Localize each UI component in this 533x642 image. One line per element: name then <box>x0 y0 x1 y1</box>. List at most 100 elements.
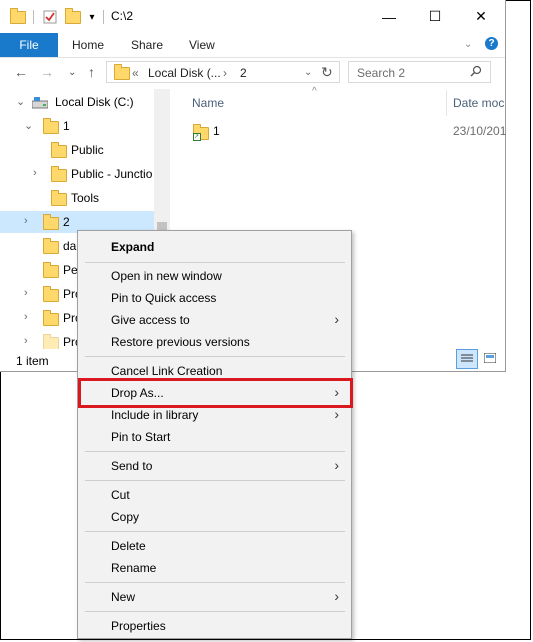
tree-item-tools[interactable]: Tools <box>0 187 154 209</box>
chevron-right-icon[interactable]: › <box>24 311 28 323</box>
menu-item-label: Open in new window <box>111 269 222 283</box>
chevron-right-icon[interactable]: › <box>24 215 28 227</box>
tree-item-public-junction[interactable]: › Public - Junctio <box>0 163 154 185</box>
tab-view[interactable]: View <box>189 38 215 52</box>
folder-icon <box>114 64 130 80</box>
junction-folder-icon: ↗ <box>193 124 209 143</box>
tree-item-folder-1[interactable]: ⌄ 1 <box>0 115 154 137</box>
recent-locations-button[interactable]: ⌄ <box>68 67 76 78</box>
menu-item-properties[interactable]: Properties <box>78 615 351 637</box>
forward-button[interactable]: → <box>40 64 54 80</box>
maximize-button[interactable]: ☐ <box>412 0 458 33</box>
chevron-right-icon[interactable]: › <box>24 287 28 299</box>
folder-icon <box>43 334 59 349</box>
menu-separator <box>85 582 345 583</box>
ribbon: File Home Share View ⌄ ? <box>0 33 505 58</box>
tree-item-label: 1 <box>63 119 70 133</box>
menu-item-label: Give access to <box>111 313 190 327</box>
tree-item-label: Local Disk (C:) <box>55 95 134 109</box>
menu-item-copy[interactable]: Copy <box>78 506 351 528</box>
chevron-right-icon: › <box>334 311 339 327</box>
tree-item-label: da <box>63 239 77 253</box>
menu-separator <box>85 451 345 452</box>
search-input[interactable]: Search 2 <box>348 61 491 83</box>
folder-icon <box>43 262 59 278</box>
menu-separator <box>85 480 345 481</box>
back-button[interactable]: ← <box>14 64 28 80</box>
menu-item-send-to[interactable]: Send to › <box>78 455 351 477</box>
search-placeholder: Search 2 <box>357 66 406 80</box>
tab-home[interactable]: Home <box>72 38 104 52</box>
menu-item-open-in-new-window[interactable]: Open in new window <box>78 265 351 287</box>
menu-item-delete[interactable]: Delete <box>78 535 351 557</box>
properties-check-icon[interactable] <box>41 8 59 26</box>
folder-icon <box>51 142 67 158</box>
help-icon[interactable]: ? <box>485 37 498 50</box>
details-view-icon[interactable] <box>456 349 478 369</box>
address-dropdown-icon[interactable]: ⌄ <box>304 67 312 78</box>
menu-item-label: Send to <box>111 459 153 473</box>
chevron-down-icon[interactable]: ⌄ <box>24 119 33 132</box>
chevron-right-icon: › <box>334 406 339 422</box>
menu-item-label: Copy <box>111 510 140 524</box>
menu-separator <box>85 611 345 612</box>
menu-item-label: New <box>111 590 136 604</box>
minimize-button[interactable]: — <box>366 0 412 33</box>
folder-icon <box>43 238 59 254</box>
file-date: 23/10/201 <box>453 124 507 138</box>
breadcrumb-separator[interactable]: › <box>223 66 227 80</box>
window-title: C:\2 <box>111 9 134 23</box>
context-menu: Expand Open in new window Pin to Quick a… <box>77 230 352 639</box>
menu-item-label: Pin to Start <box>111 430 171 444</box>
menu-item-cut[interactable]: Cut <box>78 484 351 506</box>
tab-file[interactable]: File <box>0 33 58 57</box>
drive-icon <box>31 97 49 112</box>
menu-item-restore-previous-versions[interactable]: Restore previous versions <box>78 331 351 353</box>
menu-item-pin-to-start[interactable]: Pin to Start <box>78 426 351 448</box>
menu-item-expand[interactable]: Expand <box>78 236 351 258</box>
column-header-date-modified[interactable]: Date moc <box>453 96 504 110</box>
tab-share[interactable]: Share <box>131 38 163 52</box>
navigation-bar: ← → ⌄ ↑ « Local Disk (... › 2 ⌄ ↻ Search… <box>0 58 505 88</box>
folder-icon <box>51 190 67 206</box>
expand-ribbon-icon[interactable]: ⌄ <box>464 39 472 50</box>
chevron-right-icon[interactable]: › <box>33 167 37 179</box>
search-icon <box>470 65 482 80</box>
column-header-name[interactable]: Name <box>192 96 224 110</box>
tree-item-label: Tools <box>71 191 100 205</box>
chevron-right-icon[interactable]: › <box>24 335 28 347</box>
address-bar[interactable]: « Local Disk (... › 2 ⌄ ↻ <box>106 61 340 83</box>
menu-item-rename[interactable]: Rename <box>78 557 351 579</box>
highlight-box <box>78 378 353 408</box>
refresh-icon[interactable]: ↻ <box>321 64 333 81</box>
tree-item-label: Pe <box>63 263 78 277</box>
up-button[interactable]: ↑ <box>88 64 95 80</box>
folder-icon <box>9 7 27 26</box>
new-folder-icon[interactable] <box>64 7 82 26</box>
tree-item-label: Public - Junctio <box>71 167 153 181</box>
close-button[interactable]: ✕ <box>458 0 504 33</box>
customize-toolbar-icon[interactable]: ▾ <box>86 8 98 26</box>
tree-item-local-disk[interactable]: ⌄ Local Disk (C:) <box>0 91 154 113</box>
tree-item-label: Public <box>71 143 104 157</box>
chevron-right-icon: › <box>334 457 339 473</box>
large-icons-view-icon[interactable] <box>480 349 500 367</box>
menu-item-label: Delete <box>111 539 146 553</box>
divider <box>33 10 34 24</box>
divider <box>103 10 104 24</box>
menu-item-pin-to-quick-access[interactable]: Pin to Quick access <box>78 287 351 309</box>
breadcrumb-local-disk[interactable]: Local Disk (... <box>148 66 221 80</box>
tree-item-public[interactable]: Public <box>0 139 154 161</box>
file-name: 1 <box>213 124 220 138</box>
menu-item-label: Rename <box>111 561 157 575</box>
column-divider[interactable] <box>446 90 447 116</box>
breadcrumb-2[interactable]: 2 <box>240 66 247 80</box>
chevron-right-icon: › <box>334 588 339 604</box>
address-overflow[interactable]: « <box>132 66 139 80</box>
menu-separator <box>85 531 345 532</box>
chevron-down-icon[interactable]: ⌄ <box>16 95 25 108</box>
menu-item-new[interactable]: New › <box>78 586 351 608</box>
status-item-count: 1 item <box>16 354 49 368</box>
menu-item-give-access-to[interactable]: Give access to › <box>78 309 351 331</box>
folder-icon <box>43 286 59 302</box>
